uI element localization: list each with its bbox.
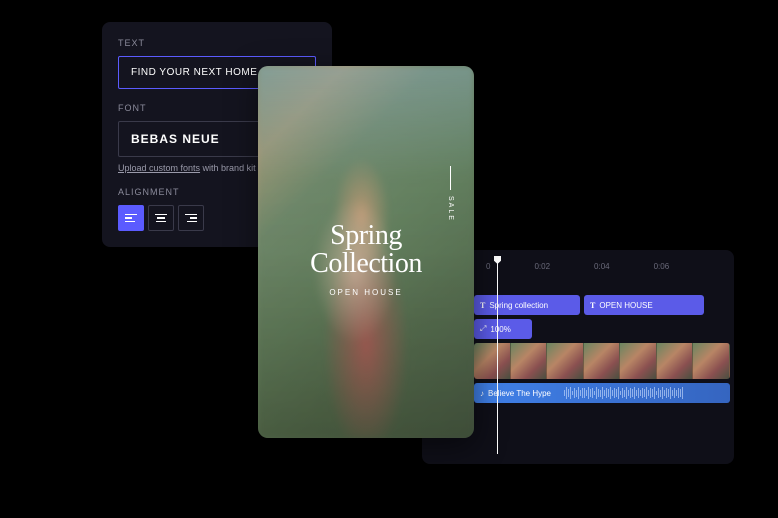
text-icon: T: [590, 301, 595, 310]
waveform-icon: [564, 386, 726, 400]
video-thumbnail: [620, 343, 657, 379]
zoom-icon: ⤢: [480, 324, 486, 334]
ruler-tick: 0: [486, 262, 490, 271]
zoom-clip[interactable]: ⤢ 100%: [474, 319, 532, 339]
text-icon: T: [480, 301, 485, 310]
timeline-ruler[interactable]: 0 0:02 0:04 0:06: [434, 262, 734, 271]
video-track[interactable]: [474, 343, 730, 379]
audio-clip[interactable]: ♪ Believe The Hype: [474, 383, 730, 403]
video-thumbnail: [693, 343, 730, 379]
preview-title-block: Spring Collection OPEN HOUSE: [258, 222, 474, 297]
zoom-track: ⤢ 100%: [434, 319, 734, 339]
text-track-1: T Spring collection T OPEN HOUSE: [434, 295, 734, 315]
playhead[interactable]: [497, 258, 498, 454]
video-thumbnail: [657, 343, 694, 379]
align-left-button[interactable]: [118, 205, 144, 231]
video-thumbnail: [474, 343, 511, 379]
text-clip-spring[interactable]: T Spring collection: [474, 295, 580, 315]
upload-fonts-link[interactable]: Upload custom fonts: [118, 163, 200, 173]
align-center-button[interactable]: [148, 205, 174, 231]
video-thumbnail: [511, 343, 548, 379]
text-clip-openhouse[interactable]: T OPEN HOUSE: [584, 295, 704, 315]
align-center-icon: [155, 214, 167, 223]
ruler-tick: 0:06: [654, 262, 670, 271]
ruler-tick: 0:04: [594, 262, 610, 271]
align-left-icon: [125, 214, 137, 223]
align-right-button[interactable]: [178, 205, 204, 231]
video-thumbnail: [584, 343, 621, 379]
video-thumbnail: [547, 343, 584, 379]
preview-vertical-text: SALE: [447, 196, 454, 222]
align-right-icon: [185, 214, 197, 223]
video-preview[interactable]: SALE Spring Collection OPEN HOUSE: [258, 66, 474, 438]
ruler-tick: 0:02: [534, 262, 550, 271]
text-section-label: TEXT: [118, 38, 316, 48]
music-icon: ♪: [480, 389, 484, 398]
